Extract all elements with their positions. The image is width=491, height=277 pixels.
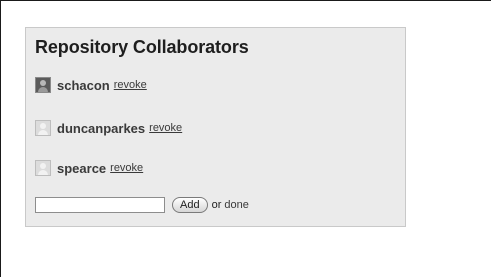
add-button[interactable]: Add (172, 197, 208, 213)
or-text: or (211, 199, 222, 211)
collaborator-username: schacon (57, 77, 110, 93)
default-avatar-icon (35, 160, 51, 176)
revoke-link[interactable]: revoke (149, 122, 182, 134)
collaborator-row: duncanparkes revoke (35, 119, 182, 137)
done-link[interactable]: done (224, 199, 248, 211)
collaborators-panel: Repository Collaborators schacon revoke … (25, 27, 406, 227)
revoke-link[interactable]: revoke (114, 79, 147, 91)
collaborator-row: schacon revoke (35, 76, 147, 94)
panel-title: Repository Collaborators (35, 37, 249, 57)
user-photo-icon (35, 77, 51, 93)
add-collaborator-form: Add or done (35, 197, 249, 213)
collaborator-username: spearce (57, 160, 107, 176)
collaborator-name-input[interactable] (35, 197, 165, 213)
revoke-link[interactable]: revoke (110, 162, 143, 174)
default-avatar-icon (35, 120, 51, 136)
collaborator-row: spearce revoke (35, 159, 143, 177)
collaborator-username: duncanparkes (57, 120, 146, 136)
